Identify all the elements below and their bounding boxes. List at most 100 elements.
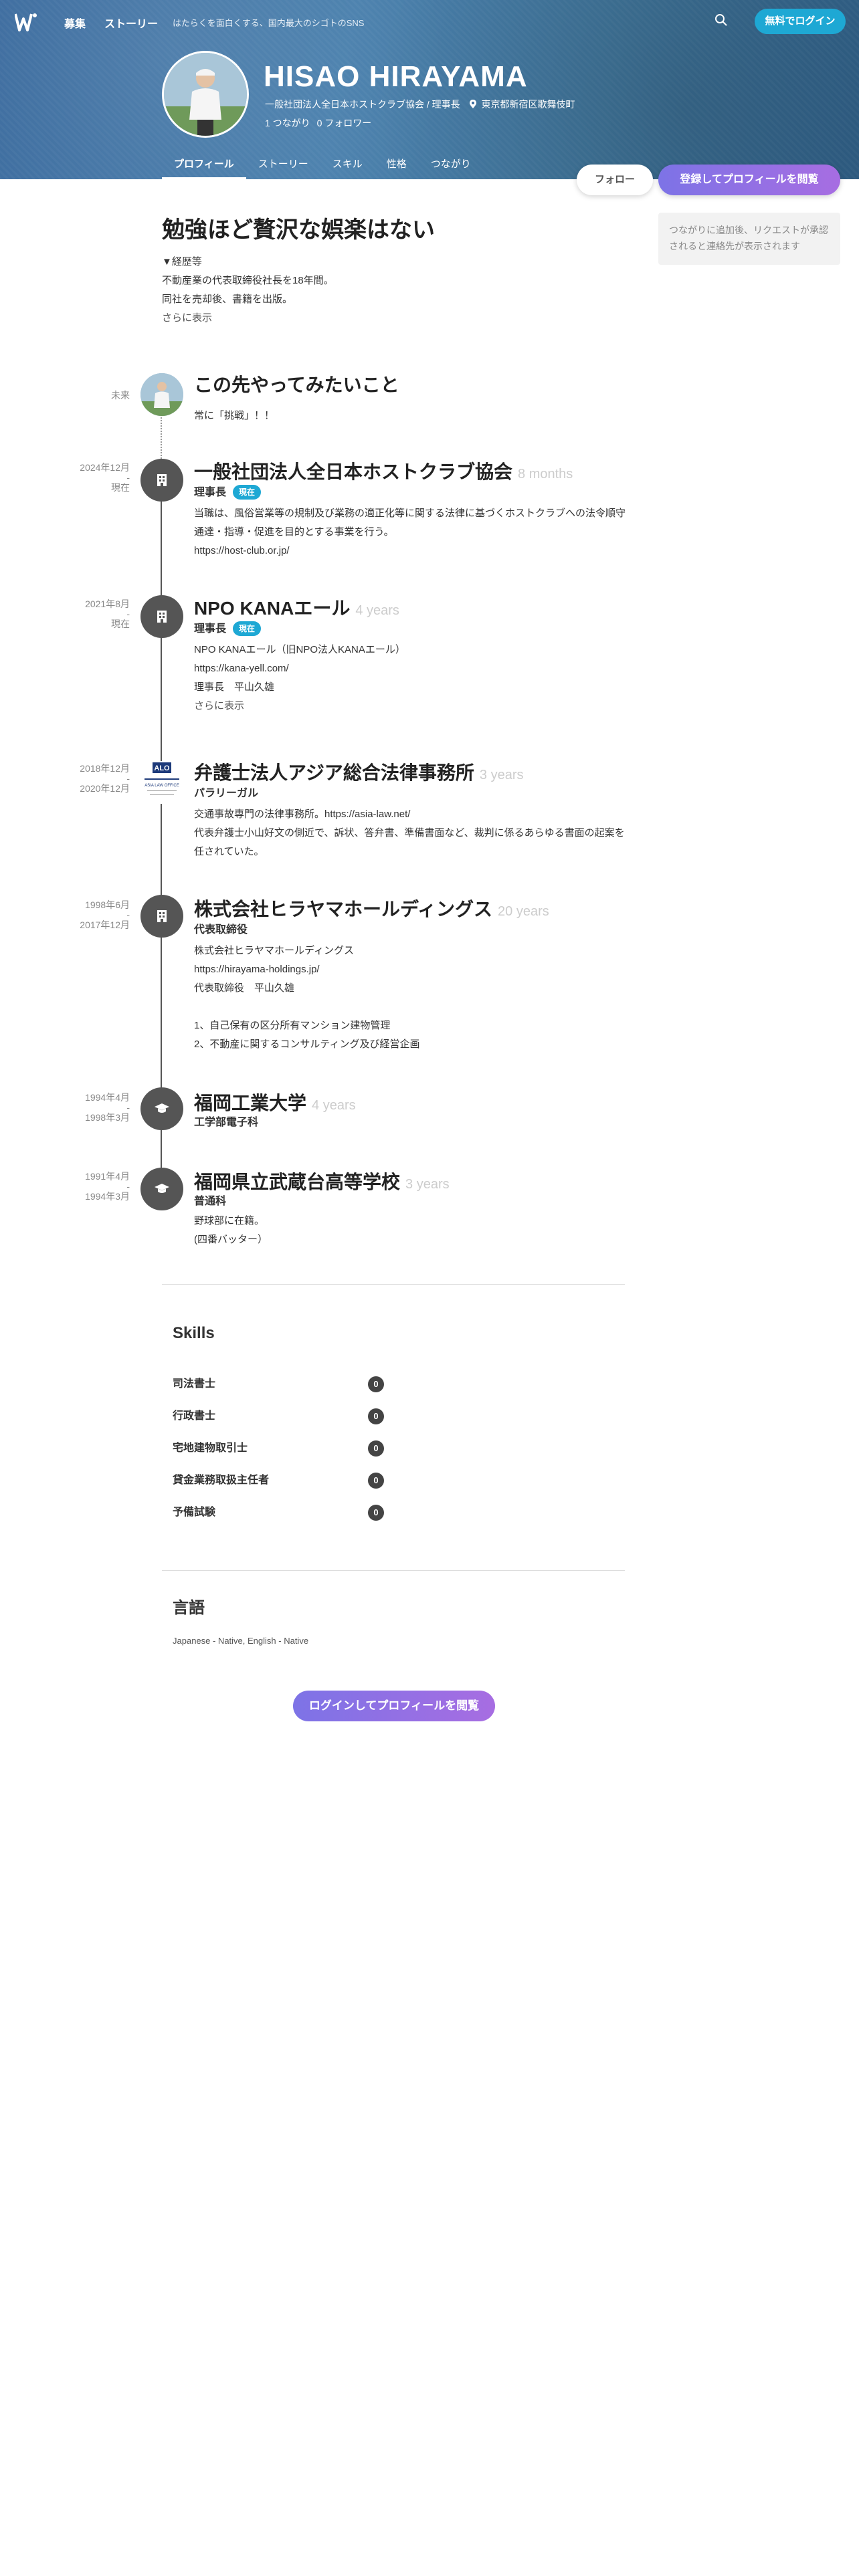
logo-icon[interactable] (15, 12, 37, 32)
entry-description: NPO KANAエール（旧NPO法人KANAエール） https://kana-… (194, 641, 629, 716)
tagline: はたらくを面白くする、国内最大のシゴトのSNS (173, 18, 365, 28)
skill-endorsement-count: 0 (368, 1408, 384, 1424)
skill-endorsement-count: 0 (368, 1376, 384, 1392)
graduation-cap-icon (155, 1103, 169, 1113)
entry-description: 株式会社ヒラヤマホールディングス https://hirayama-holdin… (194, 942, 629, 1054)
entry-line: 理事長 平山久雄 (194, 681, 275, 693)
entry-title-text: 弁護士法人アジア総合法律事務所 (194, 762, 474, 783)
entry-date: 1998年6月 - 2017年12月 (67, 899, 130, 931)
connections-count[interactable]: 1 つながり (265, 118, 310, 128)
date-separator: - (126, 1102, 130, 1113)
entry-description: 交通事故専門の法律事務所。https://asia-law.net/ 代表弁護士… (194, 805, 629, 861)
entry-role-text: 理事長 (194, 623, 227, 635)
building-icon (157, 611, 167, 623)
profile-headline: 勉強ほど贅沢な娯楽はない (162, 217, 435, 243)
current-badge: 現在 (233, 621, 262, 636)
entry-date: 1991年4月 - 1994年3月 (67, 1170, 130, 1202)
entry-date: 2024年12月 - 現在 (67, 461, 130, 494)
entry-line: 当職は、風俗営業等の規制及び業務の適正化等に関する法律に基づくホストクラブへの法… (194, 508, 626, 519)
entry-line: 代表取締役 平山久雄 (194, 982, 295, 994)
entry-date-end: 現在 (111, 619, 130, 629)
entry-link[interactable]: https://hirayama-holdings.jp/ (194, 960, 629, 979)
entry-spacer (194, 998, 629, 1016)
entry-line: 交通事故専門の法律事務所。https://asia-law.net/ (194, 809, 411, 820)
entry-icon-circle (140, 1168, 183, 1210)
entry-role-text: 代表取締役 (194, 924, 248, 936)
date-separator: - (126, 773, 130, 784)
entry-icon-circle (140, 895, 183, 938)
login-view-profile-button[interactable]: ログインしてプロフィールを閲覧 (293, 1691, 495, 1721)
entry-line: NPO KANAエール（旧NPO法人KANAエール） (194, 644, 405, 655)
entry-line: 代表弁護士小山好文の側近で、訴状、答弁書、準備書面など、裁判に係るあらゆる書面の… (194, 827, 625, 839)
nav-recruit-link[interactable]: 募集 (64, 15, 86, 31)
skill-row[interactable]: 貸金業務取扱主任者 0 (173, 1473, 387, 1489)
building-icon (157, 910, 167, 922)
entry-role: 工学部電子科 (194, 1113, 258, 1129)
entry-role-text: パラリーガル (194, 788, 259, 799)
skill-endorsement-count: 0 (368, 1440, 384, 1457)
follow-button[interactable]: フォロー (577, 165, 653, 195)
profile-avatar (162, 51, 249, 138)
entry-date-end: 1994年3月 (85, 1191, 130, 1202)
entry-link[interactable]: https://kana-yell.com/ (194, 659, 629, 678)
entry-title: 株式会社ヒラヤマホールディングス 20 years (194, 895, 549, 922)
location: 東京都新宿区歌舞伎町 (481, 99, 575, 110)
profile-subtitle: 一般社団法人全日本ホストクラブ協会 / 理事長 東京都新宿区歌舞伎町 (265, 98, 575, 111)
profile-intro: ▼経歴等 不動産業の代表取締役社長を18年間。 同社を売却後、書籍を出版。 さら… (162, 253, 334, 328)
skill-name: 行政書士 (173, 1410, 216, 1422)
date-separator: - (126, 609, 130, 619)
intro-see-more-link[interactable]: さらに表示 (162, 309, 334, 328)
tab-skills[interactable]: スキル (320, 158, 375, 179)
view-profile-button[interactable]: 登録してプロフィールを閲覧 (658, 165, 840, 195)
entry-role: パラリーガル (194, 784, 258, 800)
entry-line: 常に「挑戦」！！ (194, 410, 275, 421)
languages-title: 言語 (173, 1599, 205, 1617)
company-logo: ALO ASIA LAW OFFICE (140, 761, 183, 804)
avatar-photo (140, 373, 183, 416)
entry-date-start: 1998年6月 (85, 899, 130, 910)
entry-see-more-link[interactable]: さらに表示 (194, 697, 629, 716)
search-icon[interactable] (714, 13, 728, 27)
org-title: 一般社団法人全日本ホストクラブ協会 / 理事長 (265, 99, 460, 110)
entry-duration: 8 months (518, 467, 573, 481)
skill-row[interactable]: 司法書士 0 (173, 1376, 387, 1392)
timeline-dotted-line (161, 417, 162, 459)
entry-title: 弁護士法人アジア総合法律事務所 3 years (194, 758, 523, 785)
skill-name: 貸金業務取扱主任者 (173, 1475, 270, 1486)
tab-connections[interactable]: つながり (419, 158, 483, 179)
skill-name: 司法書士 (173, 1378, 216, 1390)
skill-row[interactable]: 宅地建物取引士 0 (173, 1440, 387, 1457)
entry-date-start: 未来 (111, 390, 130, 401)
entry-icon-circle (140, 595, 183, 638)
entry-avatar (140, 373, 183, 416)
languages-list: Japanese - Native, English - Native (173, 1636, 309, 1646)
entry-line: 2、不動産に関するコンサルティング及び経営企画 (194, 1039, 420, 1050)
profile-name: HISAO HIRAYAMA (264, 60, 528, 93)
followers-count[interactable]: 0 フォロワー (317, 118, 372, 128)
entry-date: 1994年4月 - 1998年3月 (67, 1091, 130, 1123)
tab-stories[interactable]: ストーリー (246, 158, 320, 179)
tab-personality[interactable]: 性格 (375, 158, 419, 179)
intro-line: 不動産業の代表取締役社長を18年間。 (162, 275, 334, 286)
entry-line: 1、自己保有の区分所有マンション建物管理 (194, 1020, 391, 1031)
asia-law-logo: ALO ASIA LAW OFFICE (140, 761, 183, 804)
entry-date-start: 2024年12月 (80, 462, 130, 473)
entry-duration: 3 years (479, 768, 524, 782)
entry-link[interactable]: https://host-club.or.jp/ (194, 542, 629, 560)
entry-title: この先やってみたいこと (194, 374, 399, 395)
entry-date-start: 1991年4月 (85, 1171, 130, 1182)
entry-role: 理事長 現在 (194, 619, 262, 636)
entry-role: 理事長 現在 (194, 483, 262, 500)
skill-row[interactable]: 行政書士 0 (173, 1408, 387, 1424)
entry-date-end: 現在 (111, 482, 130, 493)
entry-title: 福岡工業大学 4 years (194, 1089, 356, 1115)
login-button[interactable]: 無料でログイン (755, 9, 846, 34)
entry-duration: 3 years (405, 1177, 450, 1192)
svg-text:ALO: ALO (154, 764, 170, 772)
entry-date-end: 2017年12月 (80, 920, 130, 930)
skill-row[interactable]: 予備試験 0 (173, 1505, 387, 1521)
entry-date-start: 1994年4月 (85, 1092, 130, 1103)
nav-stories-link[interactable]: ストーリー (104, 15, 158, 31)
entry-title: 一般社団法人全日本ホストクラブ協会 8 months (194, 457, 573, 484)
tab-profile[interactable]: プロフィール (162, 158, 246, 179)
